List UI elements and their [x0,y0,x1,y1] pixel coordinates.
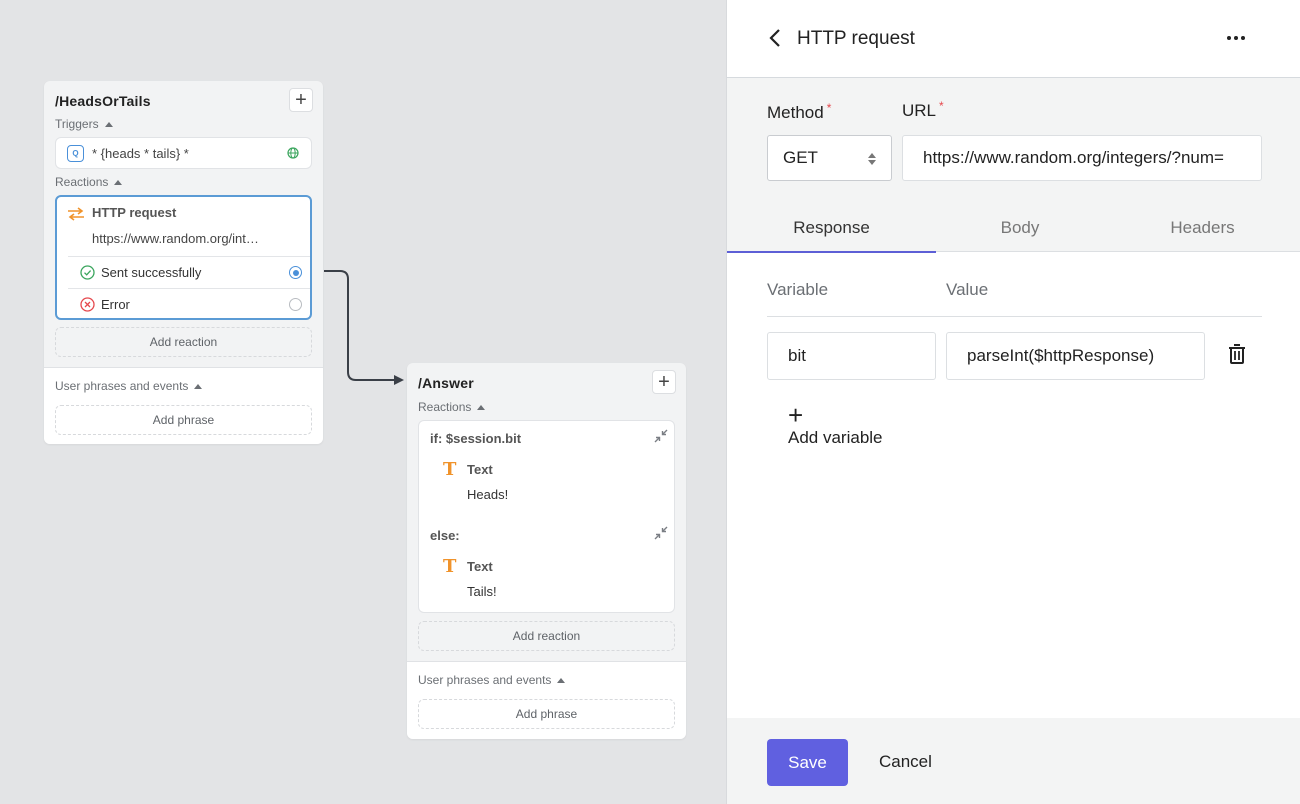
panel-header: HTTP request [727,0,1300,78]
condition-if-label: if: $session.bit [430,431,522,446]
node-heads-or-tails[interactable]: /HeadsOrTails + Triggers Q * {heads * ta… [44,81,323,444]
x-circle-icon [80,297,95,312]
trigger-text: * {heads * tails} * [92,146,189,161]
flow-canvas[interactable]: /HeadsOrTails + Triggers Q * {heads * ta… [0,0,726,804]
url-label-text: URL [902,101,937,120]
text-reaction-value: Tails! [467,584,497,599]
select-arrows-icon [868,153,876,165]
add-block-button[interactable]: + [652,370,676,394]
outcome-label: Error [101,297,130,312]
method-label-text: Method [767,103,824,122]
globe-icon [287,147,299,159]
node-title: /HeadsOrTails [55,93,151,109]
http-request-title: HTTP request [92,205,177,220]
http-request-panel: HTTP request Method * URL * GET https://ww… [726,0,1300,804]
text-type-icon: T [443,556,457,577]
caret-up-icon [557,677,566,683]
collapse-icon[interactable] [654,526,668,540]
add-phrase-button[interactable]: Add phrase [55,405,312,435]
outcome-success[interactable]: Sent successfully [68,256,310,288]
method-label: Method * [767,101,832,123]
cancel-button[interactable]: Cancel [879,752,932,772]
http-request-reaction[interactable]: HTTP request https://www.random.org/int…… [55,195,312,320]
phrases-toggle[interactable]: User phrases and events [418,673,566,687]
method-select[interactable]: GET [767,135,892,181]
swap-arrows-icon [68,207,84,221]
tab-response[interactable]: Response [727,218,936,253]
text-reaction-title: Text [467,559,493,574]
phrases-label: User phrases and events [55,379,189,393]
request-settings: Method * URL * GET https://www.random.org/… [727,78,1300,253]
more-options-icon[interactable] [1224,28,1248,48]
connection-port[interactable] [289,266,302,279]
text-reaction-title: Text [467,462,493,477]
q-icon: Q [67,145,84,162]
triggers-toggle[interactable]: Triggers [55,117,113,131]
trigger-item[interactable]: Q * {heads * tails} * [55,137,312,169]
back-chevron-icon[interactable] [767,28,783,48]
outcome-error[interactable]: Error [68,288,310,320]
tab-label: Response [793,218,870,237]
connection-port[interactable] [289,298,302,311]
variable-name-input[interactable]: bit [767,332,936,380]
panel-title: HTTP request [797,28,915,49]
panel-footer: Save Cancel [727,718,1300,804]
collapse-icon[interactable] [654,429,668,443]
http-request-url: https://www.random.org/int… [92,231,259,246]
reactions-toggle[interactable]: Reactions [55,175,123,189]
tab-label: Body [1000,218,1040,237]
phrases-section: User phrases and events Add phrase [407,661,686,739]
add-reaction-button[interactable]: Add reaction [55,327,312,357]
phrases-section: User phrases and events Add phrase [44,367,323,444]
plus-icon: + [788,400,804,430]
add-block-button[interactable]: + [289,88,313,112]
triggers-label: Triggers [55,117,99,131]
url-input[interactable]: https://www.random.org/integers/?num= [902,135,1262,181]
add-phrase-button[interactable]: Add phrase [418,699,675,729]
tab-label: Headers [1170,218,1235,237]
required-mark: * [939,99,944,113]
caret-up-icon [194,383,203,389]
node-title: /Answer [418,375,474,391]
condition-block[interactable]: if: $session.bit T Text Heads! else: T T… [418,420,675,613]
phrases-toggle[interactable]: User phrases and events [55,379,203,393]
save-button[interactable]: Save [767,739,848,786]
method-value: GET [783,148,818,167]
reactions-label: Reactions [55,175,109,189]
reactions-toggle[interactable]: Reactions [418,400,486,414]
value-column-header: Value [946,280,989,299]
caret-up-icon [114,179,123,185]
phrases-label: User phrases and events [418,673,552,687]
add-variable-label: Add variable [788,428,883,447]
add-variable-button[interactable]: + Add variable [788,400,883,448]
url-label: URL * [902,99,944,121]
trash-icon[interactable] [1227,343,1247,365]
variable-column-header: Variable [767,280,829,299]
variable-value-input[interactable]: parseInt($httpResponse) [946,332,1205,380]
tab-body[interactable]: Body [936,218,1104,252]
check-circle-icon [80,265,95,280]
text-reaction-value: Heads! [467,487,509,502]
panel-tabs: Response Body Headers [727,214,1300,253]
tab-headers[interactable]: Headers [1104,218,1300,252]
outcome-label: Sent successfully [101,265,202,280]
reactions-label: Reactions [418,400,472,414]
active-tab-indicator [727,251,936,253]
condition-else-label: else: [430,528,460,543]
caret-up-icon [104,121,113,127]
add-reaction-button[interactable]: Add reaction [418,621,675,651]
text-type-icon: T [443,459,457,480]
required-mark: * [826,101,832,115]
node-answer[interactable]: /Answer + Reactions if: $session.bit T T… [407,363,686,739]
caret-up-icon [477,404,486,410]
header-divider [767,316,1262,317]
